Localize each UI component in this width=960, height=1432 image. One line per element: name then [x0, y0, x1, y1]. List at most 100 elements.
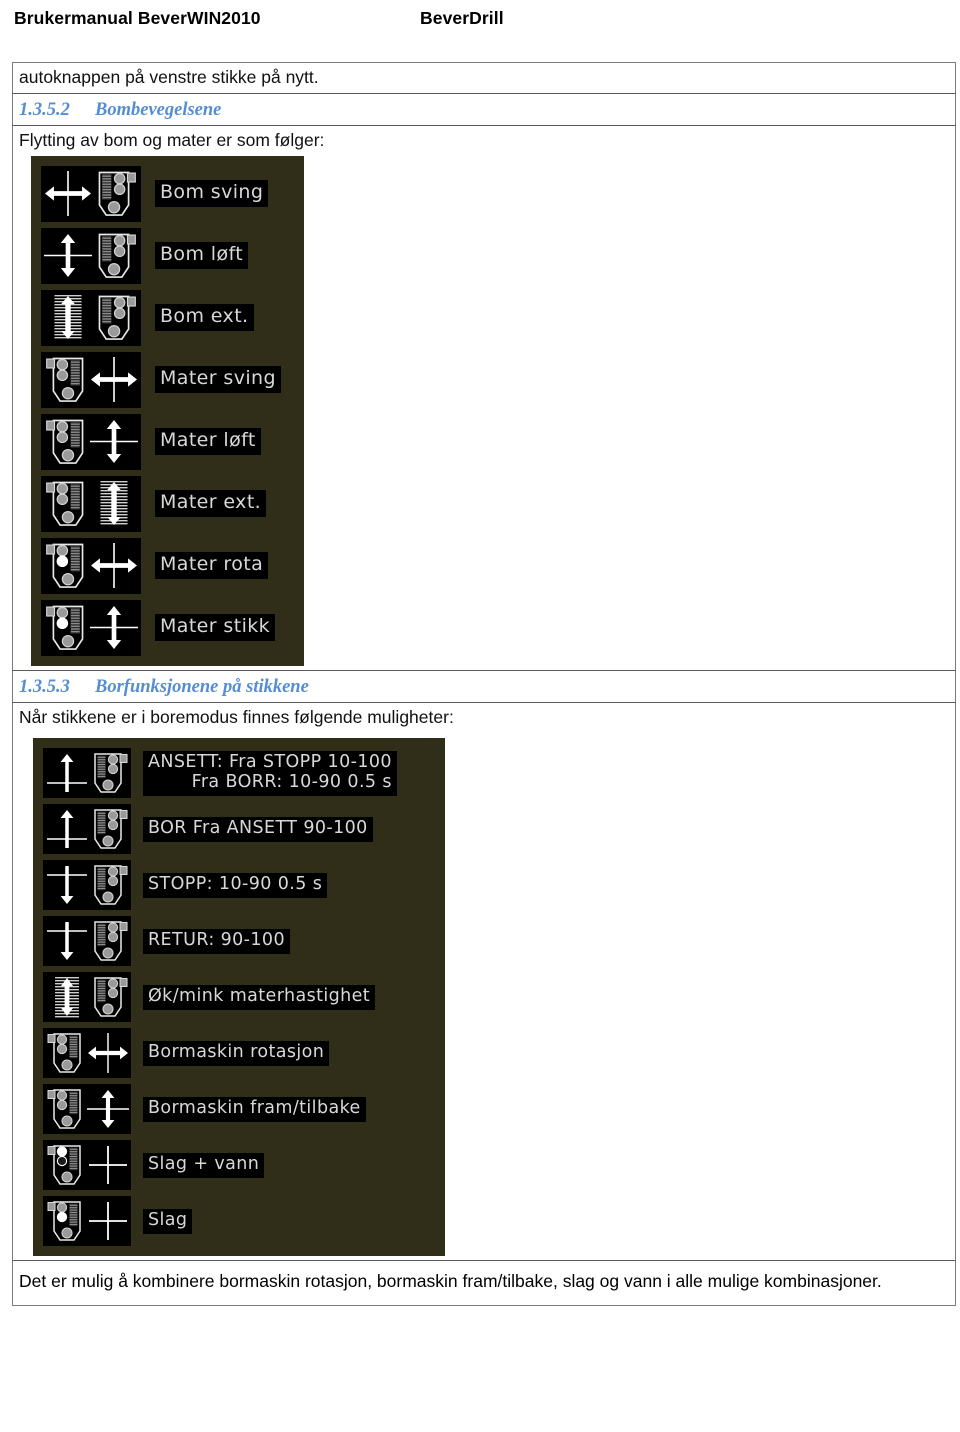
joystick-icon	[93, 753, 127, 793]
bor-lead-text: Når stikkene er i boremodus finnes følge…	[19, 706, 454, 727]
joystick-icon	[47, 1033, 81, 1073]
joystick-icon	[98, 295, 137, 340]
function-row: Slag + vann	[43, 1140, 437, 1191]
table-row-section-bor-heading: 1.3.5.3 Borfunksjonene på stikkene	[12, 670, 956, 702]
function-icon-block	[43, 972, 131, 1023]
arrow-double-vertical-icon	[43, 234, 92, 277]
joystick-icon	[47, 1145, 81, 1185]
table-row-section-bom-heading: 1.3.5.2 Bombevegelsene	[12, 93, 956, 125]
function-row: Mater stikk	[41, 599, 296, 656]
arrow-cross-plain-icon	[88, 1202, 127, 1241]
function-row: Bormaskin rotasjon	[43, 1028, 437, 1079]
function-label: Mater rota	[155, 552, 269, 579]
function-icon-block	[41, 537, 141, 594]
function-row: Mater løft	[41, 413, 296, 470]
function-row: Bormaskin fram/tilbake	[43, 1084, 437, 1135]
joystick-icon	[45, 357, 84, 402]
section-title-bom: Bombevegelsene	[95, 99, 222, 120]
joystick-icon	[93, 921, 127, 961]
section-number-bom: 1.3.5.2	[19, 99, 70, 120]
table-row-intro: autoknappen på venstre stikke på nytt.	[13, 63, 956, 94]
function-icon-block	[43, 1028, 131, 1079]
function-row: ANSETT: Fra STOPP 10-100 Fra BORR: 10-90…	[43, 748, 437, 799]
joystick-icon	[45, 543, 84, 588]
joystick-icon	[47, 1089, 81, 1129]
function-label: Mater sving	[155, 366, 281, 393]
arrow-up-single-icon	[46, 810, 87, 849]
document-running-header: Brukermanual BeverWIN2010 BeverDrill	[14, 8, 946, 38]
arrow-up-single-icon	[46, 754, 87, 793]
function-icon-block	[41, 227, 141, 284]
arrow-double-horizontal-icon	[91, 357, 138, 402]
section-heading-bor: 1.3.5.3 Borfunksjonene på stikkene	[13, 670, 956, 702]
arrow-extend-vertical-icon	[100, 481, 128, 525]
function-icon-block	[43, 804, 131, 855]
footer-note-text: Det er mulig å kombinere bormaskin rotas…	[19, 1271, 882, 1292]
function-icon-block	[43, 1196, 131, 1247]
section-title-bor: Borfunksjonene på stikkene	[95, 676, 309, 697]
function-icon-block	[43, 860, 131, 911]
arrow-extend-vertical-icon	[54, 977, 79, 1018]
function-icon-block	[41, 289, 141, 346]
function-icon-block	[41, 475, 141, 532]
arrow-extend-vertical-icon	[54, 295, 82, 339]
arrow-down-single-icon	[46, 866, 87, 905]
function-label: Bormaskin fram/tilbake	[143, 1096, 366, 1122]
function-label: Øk/mink materhastighet	[143, 984, 376, 1010]
function-row: Slag	[43, 1196, 437, 1247]
table-row-bor-content: Når stikkene er i boremodus finnes følge…	[12, 702, 956, 1261]
function-icon-block	[41, 351, 141, 408]
function-label: Mater løft	[155, 428, 261, 455]
bom-movements-screenshot-panel: Bom sving Bom løft Bom ext. Mater sving Mate…	[31, 155, 304, 666]
joystick-icon	[98, 171, 137, 216]
function-label: STOPP: 10-90 0.5 s	[143, 872, 328, 898]
function-row: RETUR: 90-100	[43, 916, 437, 967]
bom-lead-text: Flytting av bom og mater er som følger:	[19, 129, 325, 150]
function-label: RETUR: 90-100	[143, 928, 290, 954]
function-icon-block	[41, 165, 141, 222]
header-manual-title: Brukermanual BeverWIN2010	[14, 8, 261, 28]
function-label: Bom sving	[155, 180, 269, 207]
arrow-double-horizontal-icon	[91, 543, 138, 588]
function-label: Bom ext.	[155, 304, 254, 331]
function-label: Mater stikk	[155, 614, 276, 641]
joystick-icon	[45, 605, 84, 650]
joystick-icon	[93, 809, 127, 849]
table-row-bom-content: Flytting av bom og mater er som følger: …	[12, 125, 956, 670]
function-row: Mater rota	[41, 537, 296, 594]
function-row: Mater sving	[41, 351, 296, 408]
table-row-footer-note: Det er mulig å kombinere bormaskin rotas…	[12, 1260, 956, 1305]
joystick-icon	[93, 977, 127, 1017]
function-icon-block	[41, 413, 141, 470]
arrow-double-vertical-icon	[90, 420, 139, 463]
joystick-icon	[93, 865, 127, 905]
joystick-icon	[45, 419, 84, 464]
function-icon-block	[43, 748, 131, 799]
function-label: Slag + vann	[143, 1152, 265, 1178]
drill-functions-screenshot-panel: ANSETT: Fra STOPP 10-100 Fra BORR: 10-90…	[33, 738, 445, 1257]
function-icon-block	[43, 1140, 131, 1191]
function-icon-block	[41, 599, 141, 656]
arrow-down-single-icon	[46, 922, 87, 961]
joystick-icon	[98, 233, 137, 278]
header-product-name: BeverDrill	[420, 8, 504, 28]
function-icon-block	[43, 916, 131, 967]
function-label: Bormaskin rotasjon	[143, 1040, 330, 1066]
arrow-double-horizontal-icon	[44, 171, 91, 216]
function-row: Bom løft	[41, 227, 296, 284]
function-row: Øk/mink materhastighet	[43, 972, 437, 1023]
function-icon-block	[43, 1084, 131, 1135]
function-label: BOR Fra ANSETT 90-100	[143, 816, 373, 842]
function-row: Mater ext.	[41, 475, 296, 532]
joystick-icon	[47, 1201, 81, 1241]
content-table: autoknappen på venstre stikke på nytt. 1…	[12, 62, 956, 1306]
arrow-double-vertical-icon	[90, 606, 139, 649]
joystick-icon	[45, 481, 84, 526]
function-label: ANSETT: Fra STOPP 10-100 Fra BORR: 10-90…	[143, 750, 397, 796]
intro-continued-text: autoknappen på venstre stikke på nytt.	[19, 67, 319, 87]
section-number-bor: 1.3.5.3	[19, 676, 70, 697]
function-label: Mater ext.	[155, 490, 267, 517]
function-row: BOR Fra ANSETT 90-100	[43, 804, 437, 855]
function-row: STOPP: 10-90 0.5 s	[43, 860, 437, 911]
function-label: Bom løft	[155, 242, 249, 269]
